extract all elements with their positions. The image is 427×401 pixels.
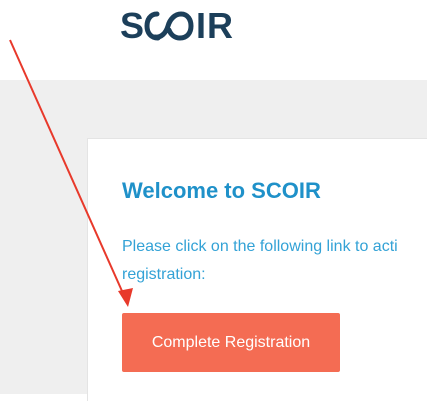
welcome-title: Welcome to SCOIR bbox=[122, 178, 321, 203]
svg-text:S: S bbox=[120, 6, 145, 46]
message-line-1: Please click on the following link to ac… bbox=[122, 238, 398, 255]
email-header: S IR bbox=[0, 0, 427, 80]
svg-text:IR: IR bbox=[196, 6, 234, 46]
scoir-logo: S IR bbox=[120, 6, 234, 46]
complete-registration-button[interactable]: Complete Registration bbox=[122, 313, 340, 372]
activation-message: Please click on the following link to ac… bbox=[122, 233, 427, 289]
message-line-2: registration: bbox=[122, 266, 206, 283]
logo-ring-mark bbox=[144, 11, 194, 41]
